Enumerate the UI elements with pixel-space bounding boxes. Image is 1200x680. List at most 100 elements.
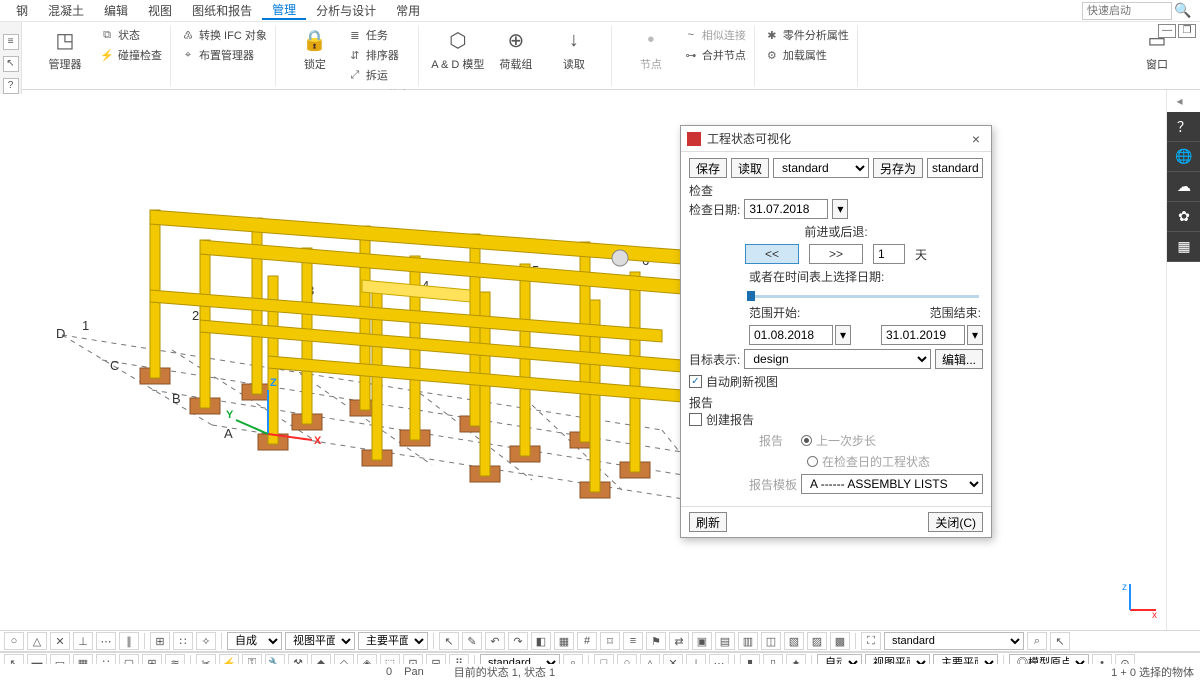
edit-button[interactable]: 编辑...	[935, 349, 983, 369]
status-pan: Pan	[404, 666, 424, 678]
target-combo[interactable]: design	[744, 349, 931, 369]
convert-ifc-button[interactable]: ♳转换 IFC 对象	[181, 26, 267, 44]
menu-concrete[interactable]: 混凝土	[38, 2, 94, 19]
tb-binoc-icon[interactable]: ⌕	[1027, 632, 1047, 650]
lock-button[interactable]: 🔒锁定	[286, 26, 344, 72]
snap-free-icon[interactable]: ✧	[196, 632, 216, 650]
snap-combo-1[interactable]: 自成	[227, 632, 282, 650]
range-start-picker-icon[interactable]: ▾	[835, 325, 851, 345]
menu-drawings[interactable]: 图纸和报告	[182, 2, 262, 19]
check-date-input[interactable]	[744, 199, 828, 219]
load-props-button[interactable]: ⚙加载属性	[765, 46, 849, 64]
snap-intersect-icon[interactable]: ✕	[50, 632, 70, 650]
close-icon[interactable]: ×	[967, 131, 985, 147]
tasks-button[interactable]: ≣任务	[348, 26, 410, 44]
tb-more3-icon[interactable]: ▥	[738, 632, 758, 650]
panel-globe-icon[interactable]: 🌐	[1167, 142, 1200, 172]
cursor-icon[interactable]: ↖	[3, 56, 19, 72]
part-analysis-button[interactable]: ✱零件分析属性	[765, 26, 849, 44]
menu-manage[interactable]: 管理	[262, 1, 306, 20]
snap-mid-icon[interactable]: △	[27, 632, 47, 650]
tb-more6-icon[interactable]: ▨	[807, 632, 827, 650]
date-slider[interactable]	[749, 295, 979, 298]
window-restore-icon[interactable]: ❐	[1178, 24, 1196, 38]
range-end-picker-icon[interactable]: ▾	[967, 325, 983, 345]
slider-thumb[interactable]	[747, 291, 755, 301]
panel-settings-icon[interactable]: ✿	[1167, 202, 1200, 232]
step-value-input[interactable]	[873, 244, 905, 264]
merge-nodes-button[interactable]: ⊶合并节点	[684, 46, 746, 64]
tb-undo-icon[interactable]: ↶	[485, 632, 505, 650]
refresh-button[interactable]: 刷新	[689, 512, 727, 532]
tb-more1-icon[interactable]: ▣	[692, 632, 712, 650]
auto-refresh-checkbox[interactable]: ✓	[689, 375, 702, 388]
panel-cloud-icon[interactable]: ☁	[1167, 172, 1200, 202]
layout-manager-button[interactable]: ⌖布置管理器	[181, 46, 267, 64]
range-start-input[interactable]	[749, 325, 833, 345]
svg-text:Z: Z	[270, 377, 277, 389]
tb-cursor-icon[interactable]: ↖	[439, 632, 459, 650]
snap-para-icon[interactable]: ∥	[119, 632, 139, 650]
phases-button[interactable]: ⧉状态	[100, 26, 162, 44]
menu-view[interactable]: 视图	[138, 2, 182, 19]
panel-help-icon[interactable]: ？	[1167, 112, 1200, 142]
model-viewport[interactable]: D C B A 1 2 3 4 5 6	[22, 90, 1166, 630]
search-icon[interactable]: 🔍	[1172, 2, 1194, 19]
preset-combo[interactable]: standard	[773, 158, 869, 178]
tb-more7-icon[interactable]: ▩	[830, 632, 850, 650]
range-start-label: 范围开始:	[749, 304, 800, 321]
template-combo: A ------ ASSEMBLY LISTS	[801, 474, 983, 494]
tb-tag-icon[interactable]: ⌑	[600, 632, 620, 650]
tb-more4-icon[interactable]: ◫	[761, 632, 781, 650]
tb-more5-icon[interactable]: ▧	[784, 632, 804, 650]
report-section-label: 报告	[689, 394, 983, 411]
tb-cube-icon[interactable]: ◧	[531, 632, 551, 650]
tb-flag-icon[interactable]: ⚑	[646, 632, 666, 650]
date-picker-icon[interactable]: ▾	[832, 199, 848, 219]
get-button[interactable]: ↓读取	[545, 26, 603, 72]
selection-filter-combo[interactable]: standard	[884, 632, 1024, 650]
tb-more2-icon[interactable]: ▤	[715, 632, 735, 650]
organizer-button[interactable]: ◳管理器	[36, 26, 94, 72]
create-report-checkbox[interactable]	[689, 413, 702, 426]
load-button[interactable]: 读取	[731, 158, 769, 178]
sequencer-button[interactable]: ⇵排序器	[348, 46, 410, 64]
load-groups-button[interactable]: ⊕荷载组	[487, 26, 545, 72]
close-button[interactable]: 关闭(C)	[928, 512, 983, 532]
lotting-button[interactable]: ⤢拆运	[348, 66, 410, 84]
collapse-icon[interactable]: ◂	[1177, 94, 1191, 108]
snap-combo-3[interactable]: 主要平面	[358, 632, 428, 650]
tb-filter-icon[interactable]: ⛶	[861, 632, 881, 650]
ad-model-button[interactable]: ⬡A & D 模型	[429, 26, 487, 72]
snap-perp-icon[interactable]: ⊥	[73, 632, 93, 650]
menu-analysis[interactable]: 分析与设计	[306, 2, 386, 19]
clash-check-button[interactable]: ⚡碰撞检查	[100, 46, 162, 64]
snap-endpoint-icon[interactable]: ○	[4, 632, 24, 650]
step-forward-button[interactable]: >>	[809, 244, 863, 264]
tb-redo-icon[interactable]: ↷	[508, 632, 528, 650]
menu-steel[interactable]: 钢	[6, 2, 38, 19]
hamburger-icon[interactable]: ≡	[3, 34, 19, 50]
quick-launch-input[interactable]	[1082, 2, 1172, 20]
save-button[interactable]: 保存	[689, 158, 727, 178]
snap-combo-2[interactable]: 视图平面	[285, 632, 355, 650]
tb-edit-icon[interactable]: ✎	[462, 632, 482, 650]
snap-dots-icon[interactable]: ∷	[173, 632, 193, 650]
tb-hash-icon[interactable]: #	[577, 632, 597, 650]
panel-apps-icon[interactable]: ▦	[1167, 232, 1200, 262]
window-minimize-icon[interactable]: —	[1158, 24, 1176, 38]
menu-edit[interactable]: 编辑	[94, 2, 138, 19]
tb-pointer2-icon[interactable]: ↖	[1050, 632, 1070, 650]
tb-layer-icon[interactable]: ≡	[623, 632, 643, 650]
save-as-button[interactable]: 另存为	[873, 158, 923, 178]
tb-seq-icon[interactable]: ⇄	[669, 632, 689, 650]
step-back-button[interactable]: <<	[745, 244, 799, 264]
snap-grid-icon[interactable]: ⊞	[150, 632, 170, 650]
range-end-input[interactable]	[881, 325, 965, 345]
help-icon[interactable]: ?	[3, 78, 19, 94]
save-as-input[interactable]	[927, 158, 983, 178]
menu-common[interactable]: 常用	[386, 2, 430, 19]
snap-ext-icon[interactable]: ⋯	[96, 632, 116, 650]
tb-grid-icon[interactable]: ▦	[554, 632, 574, 650]
app-icon	[687, 132, 701, 146]
